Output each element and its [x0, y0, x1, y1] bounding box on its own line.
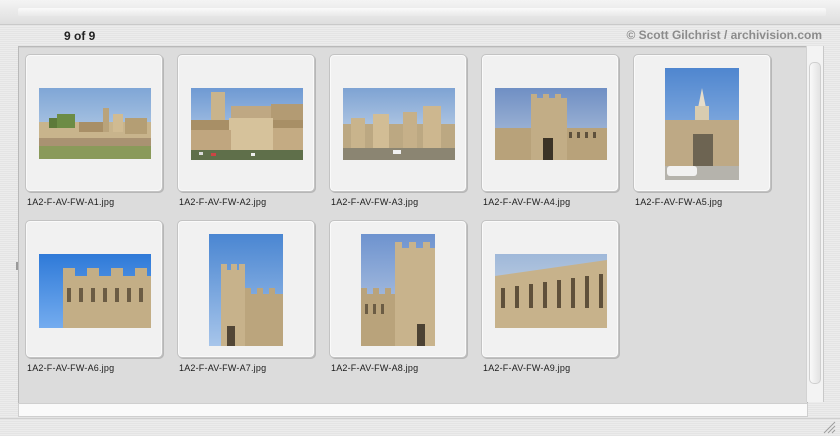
window-toolbar [0, 0, 840, 25]
vertical-scrollbar[interactable] [806, 46, 824, 402]
thumbnail-filename: 1A2-F-AV-FW-A9.jpg [483, 363, 571, 373]
thumbnail-card[interactable] [25, 54, 163, 192]
thumbnail-card[interactable] [25, 220, 163, 358]
avignon-gate-tower-photo[interactable] [495, 88, 607, 160]
thumbnail-filename: 1A2-F-AV-FW-A1.jpg [27, 197, 115, 207]
thumbnail-card[interactable] [329, 54, 467, 192]
avignon-ramparts-palace-photo[interactable] [191, 88, 303, 160]
avignon-gate-steeple-photo[interactable] [665, 68, 739, 180]
scrollbar-thumb[interactable] [809, 62, 821, 384]
corner-tower-photo[interactable] [209, 234, 283, 346]
thumbnail-card[interactable] [329, 220, 467, 358]
image-count: 9 of 9 [64, 29, 96, 43]
thumbnail-filename: 1A2-F-AV-FW-A5.jpg [635, 197, 723, 207]
thumbnail-filename: 1A2-F-AV-FW-A3.jpg [331, 197, 419, 207]
crenellated-tower-photo[interactable] [39, 254, 151, 328]
thumbnail-filename: 1A2-F-AV-FW-A7.jpg [179, 363, 267, 373]
horizontal-scrollbar[interactable] [18, 403, 808, 417]
thumbnail-filename: 1A2-F-AV-FW-A8.jpg [331, 363, 419, 373]
tower-wall-photo[interactable] [361, 234, 435, 346]
resize-grip-icon[interactable] [822, 420, 836, 434]
thumbnail-filename: 1A2-F-AV-FW-A6.jpg [27, 363, 115, 373]
avignon-wall-towers-photo[interactable] [343, 88, 455, 160]
thumbnail-filename: 1A2-F-AV-FW-A4.jpg [483, 197, 571, 207]
thumbnail-grid: 1A2-F-AV-FW-A1.jpg 1A2-F-AV-FW-A2.jpg 1A… [18, 46, 808, 404]
window-bottom-divider [0, 418, 840, 419]
avignon-cityscape-photo[interactable] [39, 88, 151, 159]
thumbnail-card[interactable] [481, 220, 619, 358]
toolbar-groove [18, 8, 826, 16]
thumbnail-card[interactable] [177, 220, 315, 358]
gallery-header: 9 of 9 © Scott Gilchrist / archivision.c… [0, 26, 840, 44]
thumbnail-filename: 1A2-F-AV-FW-A2.jpg [179, 197, 267, 207]
thumbnail-card[interactable] [633, 54, 771, 192]
copyright-credit: © Scott Gilchrist / archivision.com [626, 28, 822, 42]
machicolated-wall-photo[interactable] [495, 254, 607, 328]
thumbnail-card[interactable] [481, 54, 619, 192]
thumbnail-card[interactable] [177, 54, 315, 192]
